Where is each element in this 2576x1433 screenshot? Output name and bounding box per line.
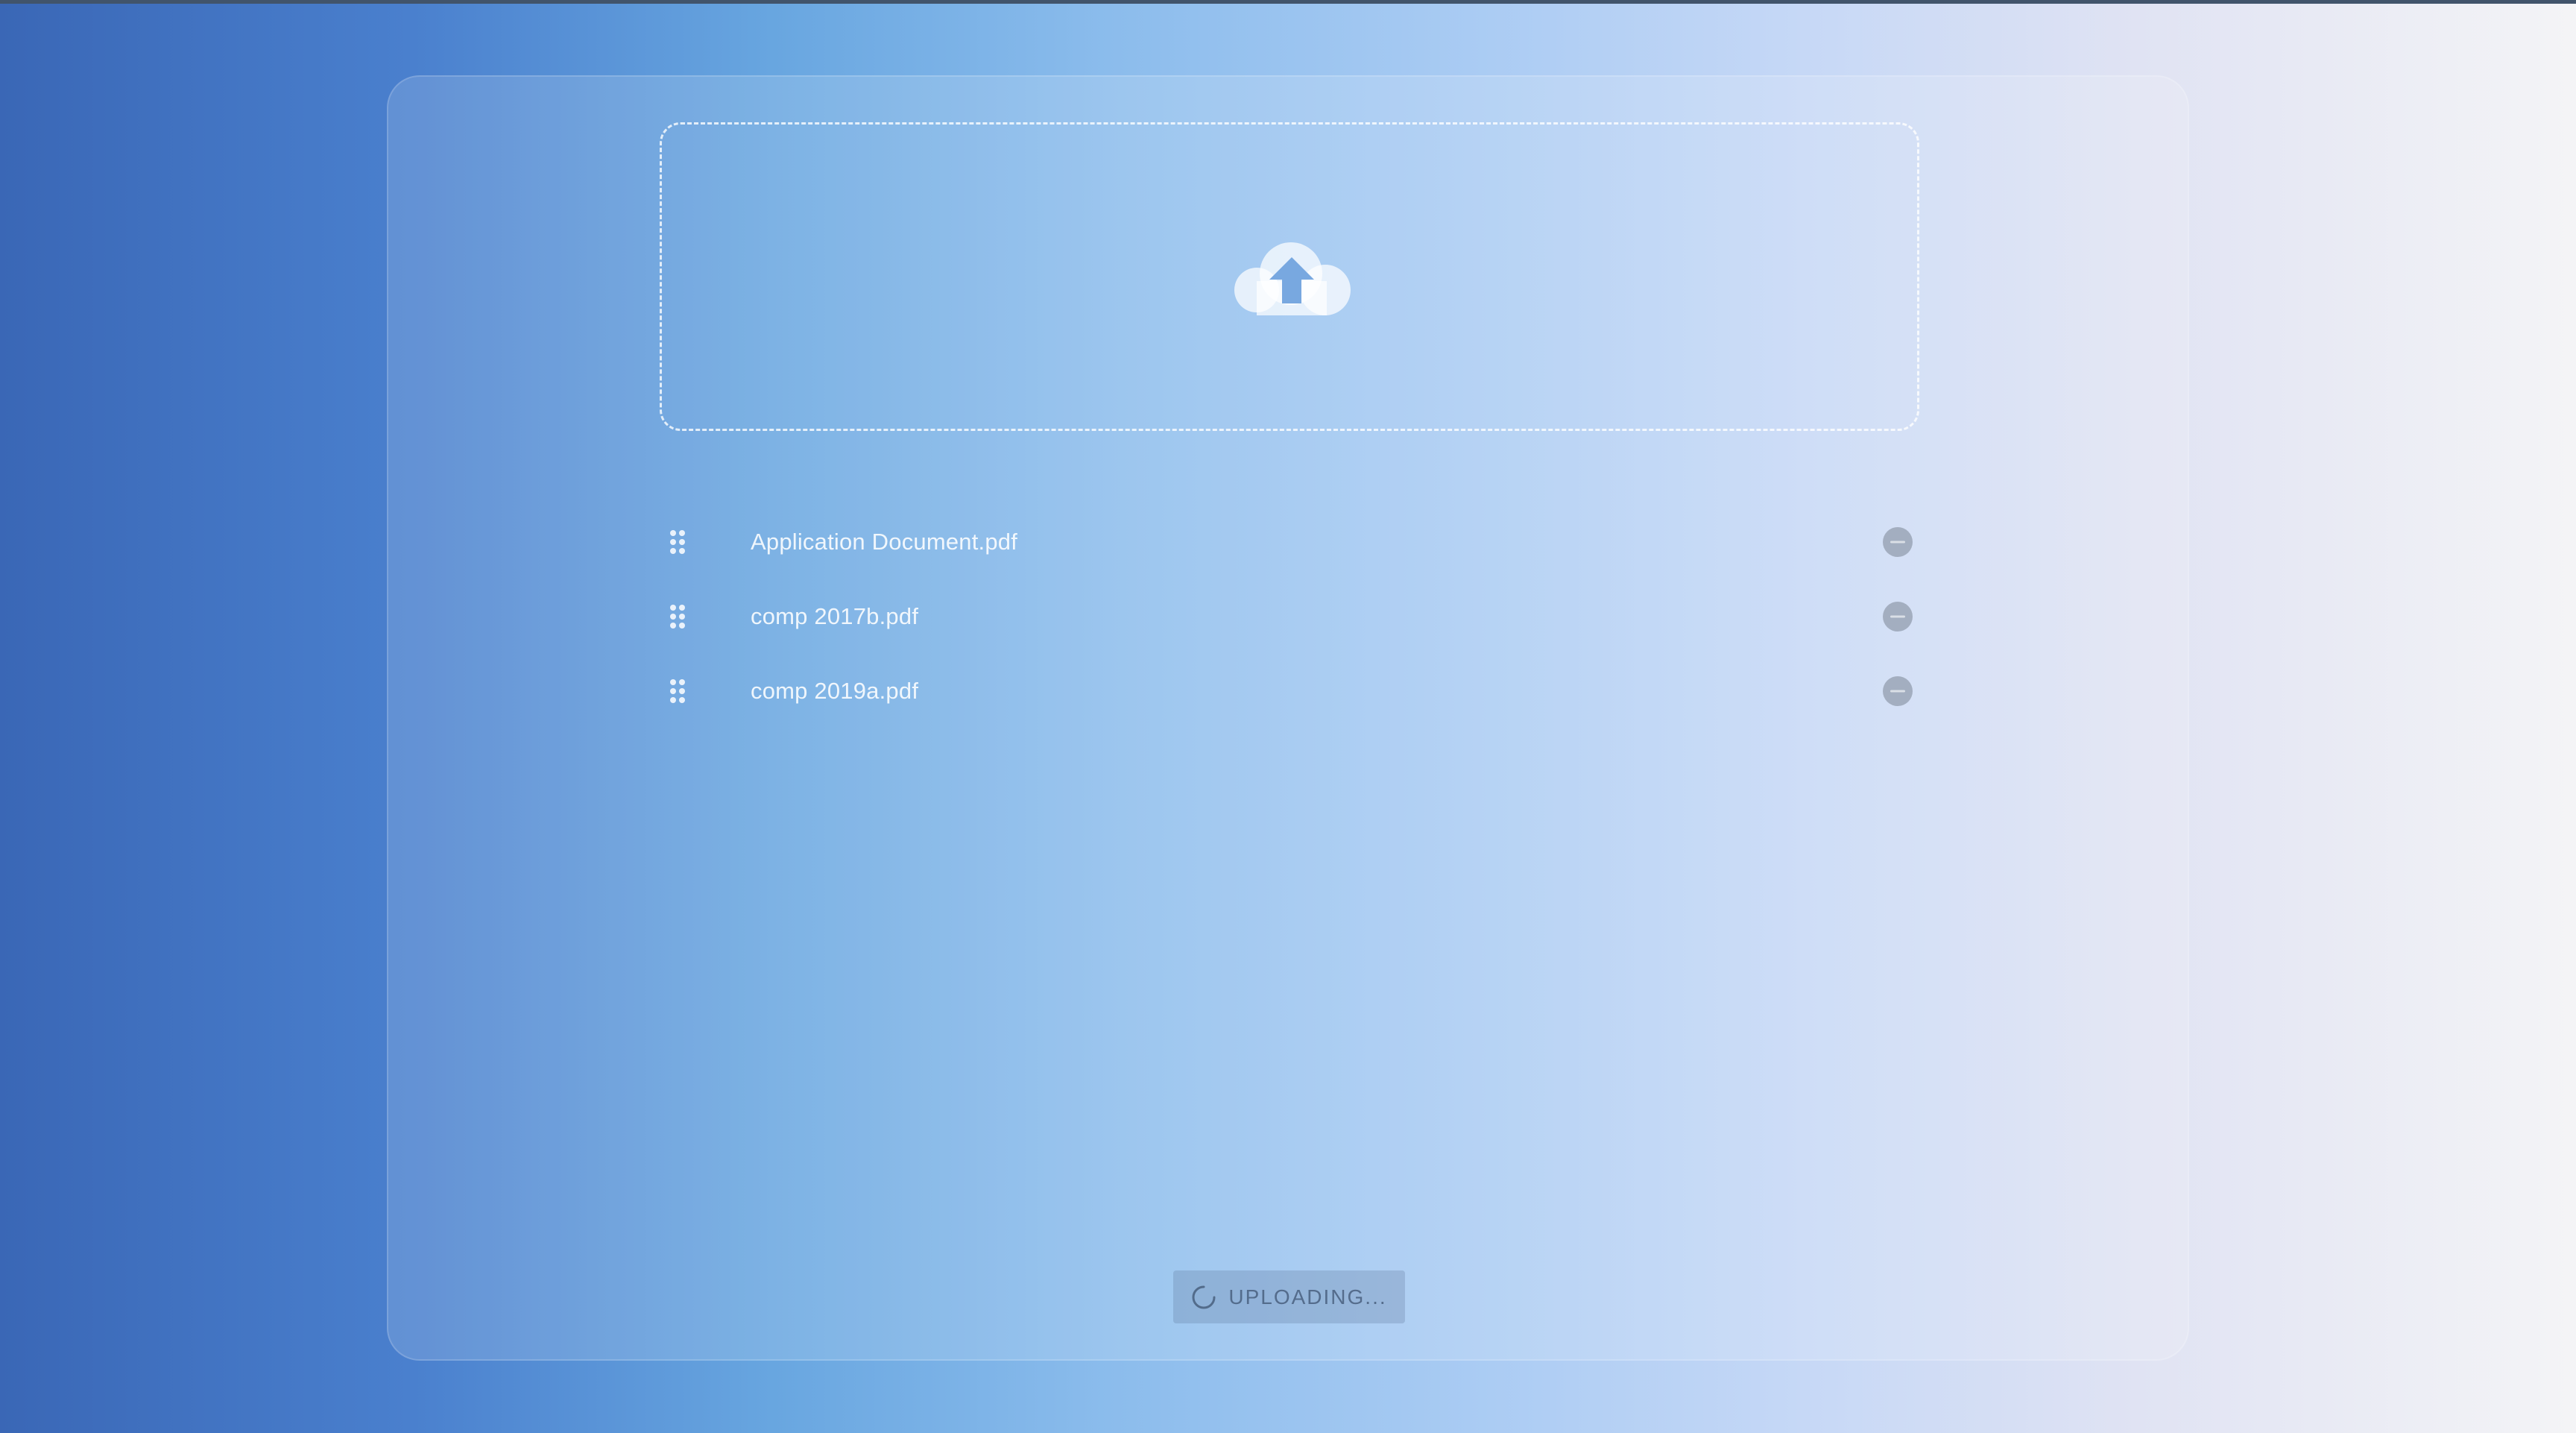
file-row: Application Document.pdf: [660, 505, 1919, 579]
file-list: Application Document.pdf comp 2017b.pdf: [660, 505, 1919, 728]
upload-panel: Application Document.pdf comp 2017b.pdf: [387, 75, 2189, 1361]
upload-button-label: UPLOADING...: [1228, 1285, 1387, 1308]
window-top-border: [0, 0, 2576, 4]
drag-handle-icon[interactable]: [669, 678, 686, 705]
upload-button[interactable]: UPLOADING...: [1173, 1270, 1405, 1323]
spinner-icon: [1192, 1285, 1216, 1308]
remove-file-button[interactable]: [1882, 526, 1913, 558]
drag-handle-icon[interactable]: [669, 529, 686, 555]
file-name: Application Document.pdf: [751, 529, 1018, 555]
file-name: comp 2017b.pdf: [751, 603, 919, 629]
file-row: comp 2019a.pdf: [660, 654, 1919, 728]
file-dropzone[interactable]: [660, 122, 1919, 431]
cloud-upload-icon: [1234, 242, 1351, 315]
remove-file-button[interactable]: [1882, 675, 1913, 707]
file-row: comp 2017b.pdf: [660, 579, 1919, 654]
remove-file-button[interactable]: [1882, 601, 1913, 632]
drag-handle-icon[interactable]: [669, 603, 686, 630]
file-name: comp 2019a.pdf: [751, 678, 919, 704]
